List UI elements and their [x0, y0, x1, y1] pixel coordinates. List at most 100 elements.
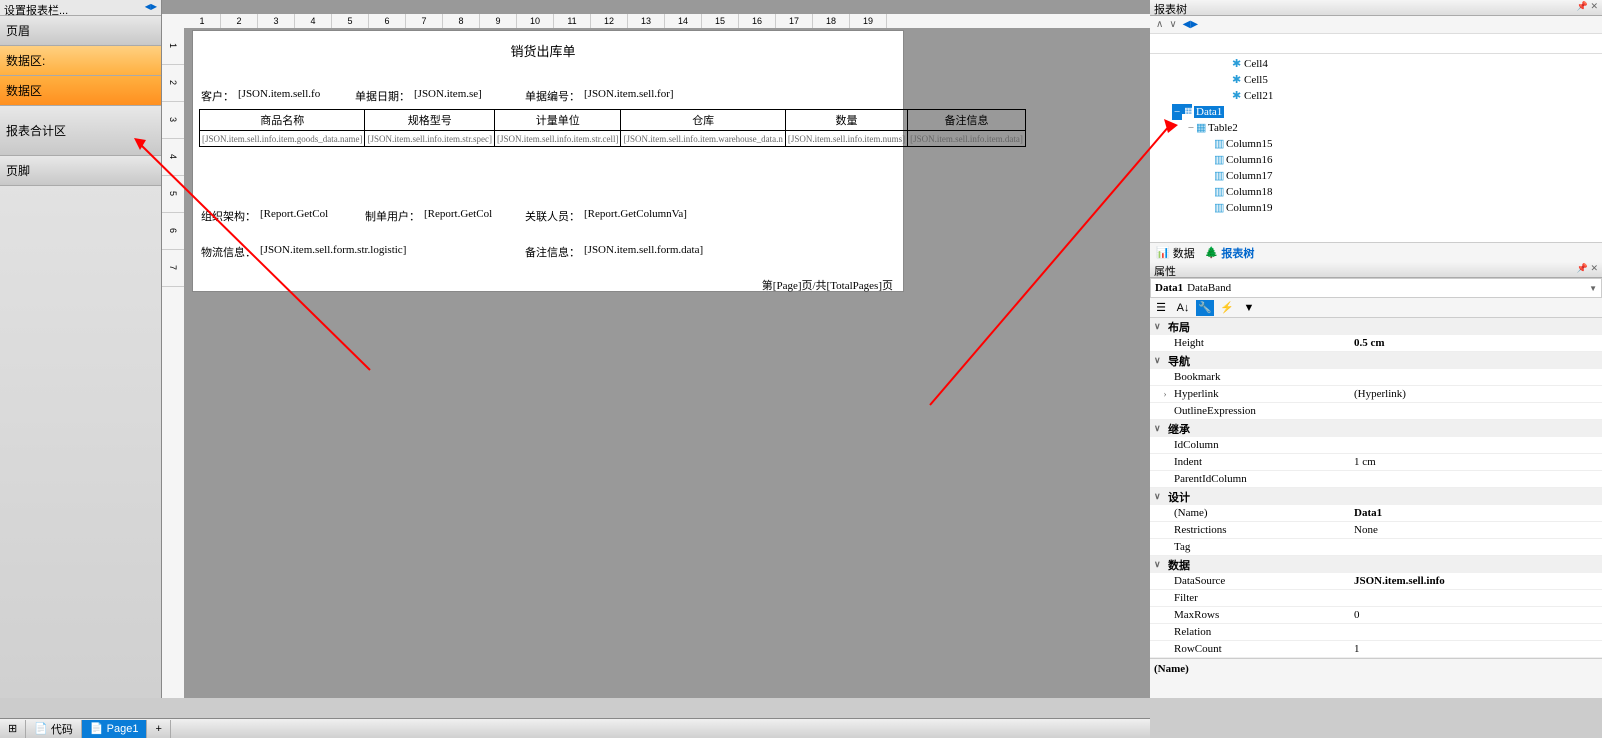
- tree-up-icon[interactable]: ∧: [1156, 19, 1163, 30]
- prop-category-数据[interactable]: ∨数据: [1150, 556, 1602, 573]
- user-label[interactable]: 制单用户：: [363, 207, 422, 225]
- prop-row-RowCount[interactable]: RowCount1: [1150, 641, 1602, 658]
- prop-object-header[interactable]: Data1 DataBand ▼: [1150, 278, 1602, 298]
- tree-nav-icon[interactable]: ◀▶: [1183, 19, 1198, 30]
- date-value[interactable]: [JSON.item.se]: [412, 87, 484, 105]
- prop-category-btn[interactable]: ☰: [1152, 300, 1170, 316]
- expand-tab-btn[interactable]: ⊞: [0, 720, 26, 738]
- logistic-value[interactable]: [JSON.item.sell.form.str.logistic]: [258, 243, 408, 261]
- prop-category-设计[interactable]: ∨设计: [1150, 488, 1602, 505]
- prop-row-Restrictions[interactable]: RestrictionsNone: [1150, 522, 1602, 539]
- dropdown-icon[interactable]: ▼: [1589, 284, 1597, 293]
- chevron-down-icon[interactable]: ∨: [1154, 423, 1164, 434]
- tree-node-Cell4[interactable]: ✱Cell4: [1152, 56, 1600, 72]
- logistic-label[interactable]: 物流信息：: [199, 243, 258, 261]
- prop-pin-icon[interactable]: 📌 ✕: [1577, 263, 1598, 276]
- table-header[interactable]: 备注信息: [908, 110, 1026, 131]
- chevron-down-icon[interactable]: ∨: [1154, 355, 1164, 366]
- tree-node-Column16[interactable]: ▥Column16: [1152, 152, 1600, 168]
- report-tree[interactable]: ✱Cell4✱Cell5✱Cell21−▦Data1−▦Table2▥Colum…: [1150, 54, 1602, 242]
- customer-label[interactable]: 客户：: [199, 87, 236, 105]
- page-number[interactable]: 第[Page]页/共[TotalPages]页: [762, 277, 893, 293]
- prop-row-OutlineExpression[interactable]: OutlineExpression: [1150, 403, 1602, 420]
- page1-tab[interactable]: 📄 Page1: [82, 720, 148, 738]
- tree-node-Data1[interactable]: −▦Data1: [1152, 104, 1600, 120]
- prop-row-Hyperlink[interactable]: ›Hyperlink(Hyperlink): [1150, 386, 1602, 403]
- chevron-down-icon[interactable]: ∨: [1154, 559, 1164, 570]
- tree-node-Column19[interactable]: ▥Column19: [1152, 200, 1600, 216]
- prop-row-MaxRows[interactable]: MaxRows0: [1150, 607, 1602, 624]
- prop-row-DataSource[interactable]: DataSourceJSON.item.sell.info: [1150, 573, 1602, 590]
- prop-az-btn[interactable]: A↓: [1174, 300, 1192, 316]
- prop-value[interactable]: 1: [1354, 643, 1360, 655]
- prop-value[interactable]: (Hyperlink): [1354, 388, 1406, 400]
- chevron-down-icon[interactable]: ∨: [1154, 491, 1164, 502]
- prop-value[interactable]: 0: [1354, 609, 1360, 621]
- no-label[interactable]: 单据编号：: [523, 87, 582, 105]
- table-cell[interactable]: [JSON.item.sell.info.item.warehouse_data…: [621, 131, 785, 147]
- tree-down-icon[interactable]: ∨: [1169, 19, 1176, 30]
- customer-value[interactable]: [JSON.item.sell.fo: [236, 87, 322, 105]
- report-table[interactable]: 商品名称规格型号计量单位仓库数量备注信息[JSON.item.sell.info…: [199, 109, 1026, 147]
- rel-label[interactable]: 关联人员：: [523, 207, 582, 225]
- prop-row-Bookmark[interactable]: Bookmark: [1150, 369, 1602, 386]
- tree-node-Table2[interactable]: −▦Table2: [1152, 120, 1600, 136]
- remark-label[interactable]: 备注信息：: [523, 243, 582, 261]
- section-数据区[interactable]: 数据区: [0, 76, 161, 106]
- expander-icon[interactable]: −: [1186, 120, 1196, 136]
- report-title[interactable]: 销货出库单: [493, 41, 593, 60]
- expander-icon[interactable]: −: [1172, 104, 1182, 120]
- section-数据区:[interactable]: 数据区:: [0, 46, 161, 76]
- tree-node-Column15[interactable]: ▥Column15: [1152, 136, 1600, 152]
- code-tab[interactable]: 📄 代码: [26, 720, 82, 738]
- report-page[interactable]: 销货出库单 客户： [JSON.item.sell.fo 单据日期： [JSON…: [192, 30, 904, 292]
- prop-row-Tag[interactable]: Tag: [1150, 539, 1602, 556]
- section-页眉[interactable]: 页眉: [0, 16, 161, 46]
- prop-value[interactable]: None: [1354, 524, 1378, 536]
- prop-row-IdColumn[interactable]: IdColumn: [1150, 437, 1602, 454]
- date-label[interactable]: 单据日期：: [353, 87, 412, 105]
- prop-value[interactable]: Data1: [1354, 507, 1382, 519]
- prop-value[interactable]: JSON.item.sell.info: [1354, 575, 1445, 587]
- prop-row-(Name)[interactable]: (Name)Data1: [1150, 505, 1602, 522]
- prop-value[interactable]: 1 cm: [1354, 456, 1376, 468]
- table-header[interactable]: 数量: [785, 110, 907, 131]
- table-header[interactable]: 商品名称: [200, 110, 365, 131]
- table-cell[interactable]: [JSON.item.sell.info.item.str.spec]: [365, 131, 494, 147]
- remark-value[interactable]: [JSON.item.sell.form.data]: [582, 243, 705, 261]
- no-value[interactable]: [JSON.item.sell.for]: [582, 87, 676, 105]
- prop-row-ParentIdColumn[interactable]: ParentIdColumn: [1150, 471, 1602, 488]
- rel-value[interactable]: [Report.GetColumnVa]: [582, 207, 689, 225]
- collapse-arrows-icon[interactable]: ◀▶: [145, 2, 157, 13]
- tree-node-Column17[interactable]: ▥Column17: [1152, 168, 1600, 184]
- tree-tab-数据[interactable]: 📊数据: [1156, 245, 1195, 260]
- table-header[interactable]: 规格型号: [365, 110, 494, 131]
- pin-icon[interactable]: 📌 ✕: [1577, 1, 1598, 14]
- prop-lightning-btn[interactable]: ⚡: [1218, 300, 1236, 316]
- tree-node-Cell5[interactable]: ✱Cell5: [1152, 72, 1600, 88]
- prop-wrench-btn[interactable]: 🔧: [1196, 300, 1214, 316]
- table-cell[interactable]: [JSON.item.sell.info.item.goods_data.nam…: [200, 131, 365, 147]
- tree-node-Cell21[interactable]: ✱Cell21: [1152, 88, 1600, 104]
- prop-filter-btn[interactable]: ▼: [1240, 300, 1258, 316]
- user-value[interactable]: [Report.GetCol: [422, 207, 494, 225]
- table-cell[interactable]: [JSON.item.sell.info.item.data]: [908, 131, 1026, 147]
- tree-tab-报表树[interactable]: 🌲报表树: [1205, 245, 1255, 260]
- prop-row-Height[interactable]: Height0.5 cm: [1150, 335, 1602, 352]
- table-header[interactable]: 计量单位: [494, 110, 620, 131]
- prop-category-布局[interactable]: ∨布局: [1150, 318, 1602, 335]
- prop-row-Filter[interactable]: Filter: [1150, 590, 1602, 607]
- properties-grid[interactable]: ∨布局Height0.5 cm∨导航Bookmark›Hyperlink(Hyp…: [1150, 318, 1602, 658]
- chevron-right-icon[interactable]: ›: [1160, 389, 1170, 399]
- prop-row-Relation[interactable]: Relation: [1150, 624, 1602, 641]
- org-label[interactable]: 组织架构：: [199, 207, 258, 225]
- design-canvas[interactable]: 12345678910111213141516171819 1234567 销货…: [162, 0, 1150, 698]
- tree-node-Column18[interactable]: ▥Column18: [1152, 184, 1600, 200]
- section-页脚[interactable]: 页脚: [0, 156, 161, 186]
- tree-search-input[interactable]: [1152, 36, 1600, 48]
- section-报表合计区[interactable]: 报表合计区: [0, 106, 161, 156]
- prop-row-Indent[interactable]: Indent1 cm: [1150, 454, 1602, 471]
- prop-value[interactable]: 0.5 cm: [1354, 337, 1385, 349]
- table-cell[interactable]: [JSON.item.sell.info.item.str.cell]: [494, 131, 620, 147]
- add-tab-btn[interactable]: +: [147, 720, 170, 738]
